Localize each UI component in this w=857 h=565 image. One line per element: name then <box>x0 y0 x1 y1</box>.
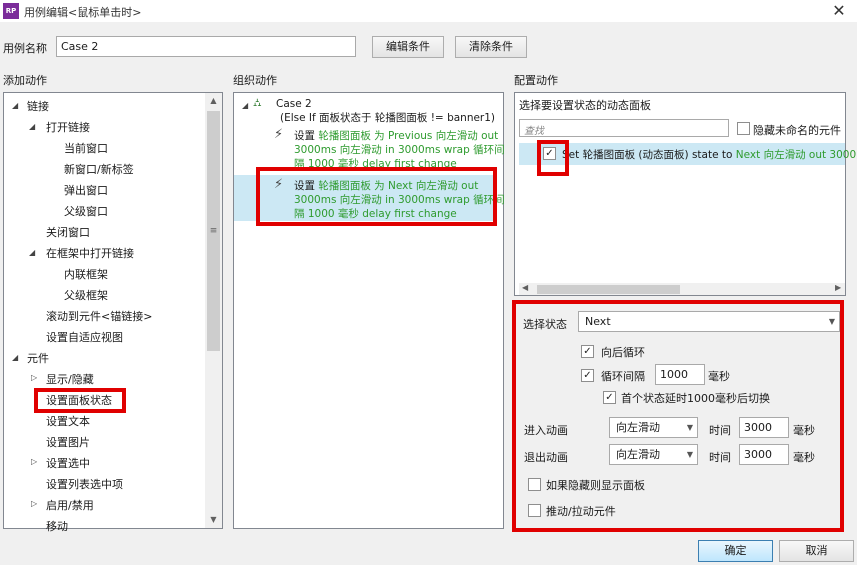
case-title[interactable]: Case 2 <box>276 97 312 111</box>
collapse-triangle-icon[interactable]: ◢ <box>12 101 18 110</box>
organize-action-label: 组织动作 <box>233 74 277 87</box>
action1-line2: 3000ms 向左滑动 in 3000ms wrap 循环间 <box>294 144 505 156</box>
tree-item-enable-disable[interactable]: 启用/禁用 <box>46 497 94 513</box>
tree-item-set-image[interactable]: 设置图片 <box>46 434 90 450</box>
scroll-right-icon[interactable]: ▶ <box>835 283 841 292</box>
scroll-down-icon[interactable]: ▼ <box>205 515 222 524</box>
tree-item-widgets[interactable]: 元件 <box>27 350 49 366</box>
collapse-triangle-icon[interactable]: ◢ <box>242 101 248 110</box>
case-name-input[interactable]: Case 2 <box>56 36 356 57</box>
tree-item-open-link[interactable]: 打开链接 <box>46 119 90 135</box>
scroll-grip-icon: ≡ <box>209 226 218 236</box>
ok-button[interactable]: 确定 <box>698 540 773 562</box>
expand-triangle-icon[interactable]: ▷ <box>31 373 37 382</box>
search-input[interactable]: 查找 <box>519 119 729 137</box>
cancel-button[interactable]: 取消 <box>779 540 854 562</box>
window-title: 用例编辑<鼠标单击时> <box>24 6 142 19</box>
panel-row-prefix: Set 轮播图面板 (动态面板) state to <box>562 149 736 161</box>
lightning-icon: ⚡ <box>274 127 284 142</box>
tree-item-close-window[interactable]: 关闭窗口 <box>46 224 90 240</box>
select-panel-title: 选择要设置状态的动态面板 <box>519 99 651 112</box>
panel-row-green: Next 向左滑动 out 3000 <box>735 149 857 161</box>
action1-prefix: 设置 <box>294 130 319 142</box>
organize-actions-panel[interactable]: ◢ ⛼ Case 2 (Else If 面板状态于 轮播图面板 != banne… <box>233 92 505 529</box>
tree-item-inline-frame[interactable]: 内联框架 <box>64 266 108 282</box>
action1-line1[interactable]: 设置 轮播图面板 为 Previous 向左滑动 out <box>294 129 498 143</box>
scroll-left-icon[interactable]: ◀ <box>522 283 528 292</box>
edit-condition-button[interactable]: 编辑条件 <box>372 36 444 58</box>
highlight-set-panel-state <box>34 388 126 413</box>
case-condition: (Else If 面板状态于 轮播图面板 != banner1) <box>280 112 496 124</box>
add-action-label: 添加动作 <box>3 74 47 87</box>
expand-triangle-icon[interactable]: ▷ <box>31 499 37 508</box>
tree-item-set-selected[interactable]: 设置选中 <box>46 455 90 471</box>
add-action-tree[interactable]: ◢ 链接 ◢ 打开链接 当前窗口 新窗口/新标签 弹出窗口 父级窗口 关闭窗口 … <box>3 92 223 533</box>
tree-item-set-text[interactable]: 设置文本 <box>46 413 90 429</box>
tree-item-parent-window[interactable]: 父级窗口 <box>64 203 108 219</box>
case-name-label: 用例名称 <box>3 42 47 55</box>
close-icon[interactable]: ✕ <box>829 1 849 21</box>
case-tree-icon: ⛼ <box>253 96 262 109</box>
tree-item-move[interactable]: 移动 <box>46 518 68 534</box>
config-action-label: 配置动作 <box>514 74 558 87</box>
hide-unnamed-checkbox[interactable] <box>737 122 750 135</box>
tree-item-new-window[interactable]: 新窗口/新标签 <box>64 161 134 177</box>
collapse-triangle-icon[interactable]: ◢ <box>29 122 35 131</box>
hide-unnamed-label: 隐藏未命名的元件 <box>753 124 841 137</box>
collapse-triangle-icon[interactable]: ◢ <box>29 248 35 257</box>
tree-item-current-window[interactable]: 当前窗口 <box>64 140 108 156</box>
panel-row-text: Set 轮播图面板 (动态面板) state to Next 向左滑动 out … <box>562 147 856 162</box>
collapse-triangle-icon[interactable]: ◢ <box>12 353 18 362</box>
highlight-state-config <box>512 300 844 532</box>
tree-item-open-in-frame[interactable]: 在框架中打开链接 <box>46 245 134 261</box>
highlight-panel-checkbox <box>537 140 569 176</box>
tree-item-adaptive-view[interactable]: 设置自适应视图 <box>46 329 123 345</box>
tree-item-show-hide[interactable]: 显示/隐藏 <box>46 371 94 387</box>
highlight-action2 <box>256 167 497 226</box>
tree-item-scroll-to[interactable]: 滚动到元件<锚链接> <box>46 308 152 324</box>
app-logo-icon: RP <box>3 3 19 19</box>
tree-item-parent-frame[interactable]: 父级框架 <box>64 287 108 303</box>
h-scrollbar-thumb[interactable] <box>537 285 680 294</box>
tree-item-popup-window[interactable]: 弹出窗口 <box>64 182 108 198</box>
clear-condition-button[interactable]: 清除条件 <box>455 36 527 58</box>
expand-triangle-icon[interactable]: ▷ <box>31 457 37 466</box>
tree-item-link[interactable]: 链接 <box>27 98 49 114</box>
tree-item-set-list-selected[interactable]: 设置列表选中项 <box>46 476 123 492</box>
scroll-up-icon[interactable]: ▲ <box>205 96 222 105</box>
action1-green: 轮播图面板 为 Previous 向左滑动 out <box>318 130 499 142</box>
